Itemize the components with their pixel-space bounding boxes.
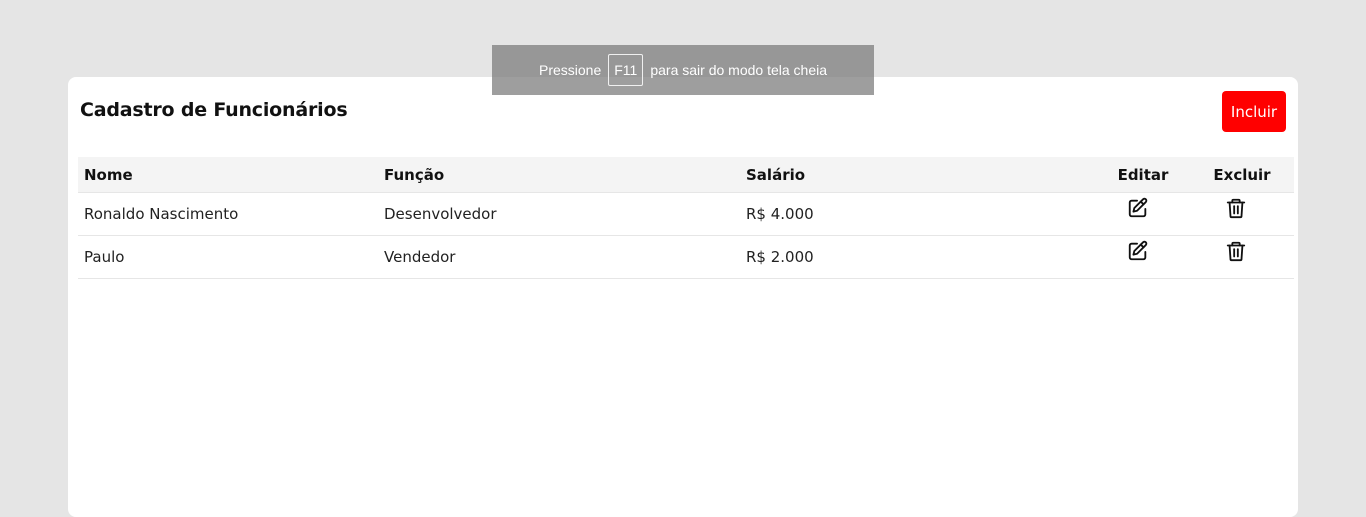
- page-title: Cadastro de Funcionários: [80, 99, 348, 121]
- table-row: Ronaldo Nascimento Desenvolvedor R$ 4.00…: [78, 192, 1294, 236]
- column-header-salary: Salário: [746, 157, 1096, 193]
- edit-cell: [1096, 235, 1190, 279]
- fullscreen-notice-prefix: Pressione: [538, 62, 602, 78]
- employee-card: Cadastro de Funcionários Incluir Nome Fu…: [68, 77, 1298, 517]
- column-header-edit: Editar: [1096, 157, 1190, 193]
- employee-role: Vendedor: [384, 235, 746, 279]
- table-header-row: Nome Função Salário Editar Excluir: [78, 157, 1294, 193]
- column-header-name: Nome: [78, 157, 384, 193]
- table-row: Paulo Vendedor R$ 2.000: [78, 235, 1294, 279]
- f11-key-hint: F11: [608, 54, 644, 86]
- employee-name: Ronaldo Nascimento: [78, 192, 384, 236]
- trash-icon[interactable]: [1225, 197, 1247, 219]
- delete-cell: [1190, 192, 1294, 236]
- employee-role: Desenvolvedor: [384, 192, 746, 236]
- employee-table: Nome Função Salário Editar Excluir Ronal…: [78, 157, 1294, 279]
- add-employee-button[interactable]: Incluir: [1222, 91, 1286, 132]
- employee-name: Paulo: [78, 235, 384, 279]
- edit-icon[interactable]: [1127, 240, 1149, 262]
- edit-cell: [1096, 192, 1190, 236]
- delete-cell: [1190, 235, 1294, 279]
- fullscreen-exit-notice: Pressione F11 para sair do modo tela che…: [492, 45, 874, 95]
- fullscreen-notice-suffix: para sair do modo tela cheia: [650, 62, 828, 78]
- column-header-role: Função: [384, 157, 746, 193]
- edit-icon[interactable]: [1127, 197, 1149, 219]
- trash-icon[interactable]: [1225, 240, 1247, 262]
- column-header-delete: Excluir: [1190, 157, 1294, 193]
- employee-salary: R$ 2.000: [746, 235, 1096, 279]
- employee-salary: R$ 4.000: [746, 192, 1096, 236]
